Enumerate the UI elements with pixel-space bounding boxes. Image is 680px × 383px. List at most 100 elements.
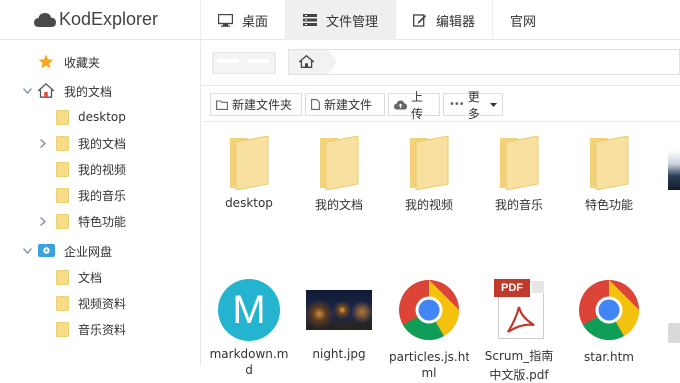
tree-label-video-data: 视频资料 bbox=[78, 296, 127, 311]
tree-label-features: 特色功能 bbox=[78, 214, 127, 229]
folder-icon bbox=[408, 135, 450, 191]
more-label: 更多 bbox=[467, 89, 480, 121]
top-bar: KodExplorer 桌面 文件管理 编辑器 官网 bbox=[0, 0, 680, 40]
partial-thumbnail[interactable] bbox=[668, 150, 680, 190]
tree-label-mydocs: 我的文档 bbox=[64, 84, 113, 99]
file-item-htm[interactable]: star.htm bbox=[569, 279, 649, 364]
nav-website-label: 官网 bbox=[510, 14, 537, 30]
tree-item-mydocs[interactable]: 我的文档 bbox=[0, 79, 200, 103]
folder-icon bbox=[56, 188, 69, 203]
path-bar bbox=[202, 41, 680, 86]
file-item-folder[interactable]: 我的音乐 bbox=[479, 135, 559, 213]
partial-file-item[interactable] bbox=[668, 323, 680, 343]
breadcrumb-home[interactable] bbox=[289, 50, 337, 74]
new-file-button[interactable]: 新建文件 bbox=[305, 93, 385, 116]
upload-label: 上传 bbox=[411, 89, 424, 121]
tree-item-cloud[interactable]: 企业网盘 bbox=[0, 239, 200, 263]
file-item-image[interactable]: night.jpg bbox=[299, 279, 379, 361]
file-item-markdown[interactable]: M markdown.m d bbox=[209, 279, 289, 377]
home-icon bbox=[37, 82, 55, 101]
new-folder-button[interactable]: 新建文件夹 bbox=[210, 93, 302, 116]
file-label: 我的文档 bbox=[314, 198, 363, 212]
image-thumbnail bbox=[306, 290, 372, 330]
file-item-html[interactable]: particles.js.ht ml bbox=[389, 279, 469, 380]
chevron-down-icon[interactable] bbox=[22, 246, 32, 256]
folder-icon bbox=[588, 135, 630, 191]
markdown-icon: M bbox=[218, 279, 280, 341]
tree-item-favorites[interactable]: 收藏夹 bbox=[0, 50, 200, 74]
nav-editor[interactable]: 编辑器 bbox=[395, 0, 492, 40]
tree-label-videos: 我的视频 bbox=[78, 162, 127, 177]
monitor-icon bbox=[218, 13, 233, 27]
tree-label-desktop: desktop bbox=[78, 110, 126, 124]
upload-button[interactable]: 上传 bbox=[388, 90, 440, 121]
edit-icon bbox=[413, 13, 427, 27]
nav-file-manager[interactable]: 文件管理 bbox=[285, 0, 396, 40]
file-item-folder[interactable]: 我的文档 bbox=[299, 135, 379, 213]
file-label: 特色功能 bbox=[584, 198, 633, 212]
file-item-pdf[interactable]: PDF Scrum_指南 中文版.pdf bbox=[479, 279, 559, 383]
file-label: markdown.m bbox=[209, 347, 289, 361]
tree-item-music-data[interactable]: 音乐资料 bbox=[0, 317, 200, 341]
file-label: night.jpg bbox=[312, 347, 366, 361]
tree-label-cloud: 企业网盘 bbox=[64, 244, 113, 259]
cloud-upload-icon bbox=[394, 100, 407, 110]
folder-icon bbox=[318, 135, 360, 191]
star-icon bbox=[38, 54, 54, 73]
folder-icon bbox=[56, 214, 69, 229]
file-label: desktop bbox=[225, 196, 273, 210]
tree-label-music: 我的音乐 bbox=[78, 188, 127, 203]
file-label: 我的音乐 bbox=[494, 198, 543, 212]
tree-label-docs: 文档 bbox=[78, 270, 103, 285]
tree-item-features[interactable]: 特色功能 bbox=[0, 209, 200, 233]
address-bar[interactable] bbox=[288, 49, 680, 75]
file-label: particles.js.ht bbox=[389, 350, 469, 364]
app-logo[interactable]: KodExplorer bbox=[34, 9, 158, 30]
pdf-badge: PDF bbox=[494, 279, 530, 297]
tree-item-mydocs-sub[interactable]: 我的文档 bbox=[0, 131, 200, 155]
chrome-icon bbox=[398, 279, 460, 344]
caret-down-icon bbox=[490, 102, 497, 107]
folder-icon bbox=[56, 136, 69, 151]
nav-desktop-label: 桌面 bbox=[242, 14, 269, 30]
list-icon bbox=[303, 14, 318, 26]
folder-icon bbox=[56, 110, 69, 125]
pdf-icon: PDF bbox=[488, 279, 550, 341]
folder-icon bbox=[56, 322, 69, 337]
folder-icon bbox=[228, 135, 270, 191]
sidebar-tree: 收藏夹 我的文档 desktop 我的文档 我的视频 我的音乐 特色功能 企业网… bbox=[0, 41, 201, 366]
more-button[interactable]: ••• 更多 bbox=[443, 90, 503, 121]
chevron-right-icon[interactable] bbox=[38, 216, 48, 226]
top-nav: 桌面 文件管理 编辑器 官网 bbox=[200, 0, 553, 40]
nav-desktop[interactable]: 桌面 bbox=[200, 0, 285, 40]
chevron-right-icon[interactable] bbox=[38, 138, 48, 148]
new-file-label: 新建文件 bbox=[324, 98, 373, 112]
file-panel: 新建文件夹 新建文件 上传 ••• 更多 desktop 我的文档 我的视频 我… bbox=[202, 41, 680, 382]
file-label: star.htm bbox=[584, 350, 634, 364]
tree-item-video-data[interactable]: 视频资料 bbox=[0, 291, 200, 315]
chrome-icon bbox=[578, 279, 640, 344]
app-title: KodExplorer bbox=[59, 9, 159, 29]
nav-file-manager-label: 文件管理 bbox=[326, 14, 379, 30]
folder-outline-icon bbox=[216, 99, 228, 110]
tree-item-docs[interactable]: 文档 bbox=[0, 265, 200, 289]
folder-icon bbox=[56, 162, 69, 177]
tree-item-music[interactable]: 我的音乐 bbox=[0, 183, 200, 207]
dots-icon: ••• bbox=[449, 99, 465, 110]
folder-icon bbox=[56, 296, 69, 311]
file-item-folder[interactable]: 特色功能 bbox=[569, 135, 649, 213]
file-label-line2: ml bbox=[421, 366, 437, 380]
history-buttons[interactable] bbox=[212, 52, 276, 74]
new-folder-label: 新建文件夹 bbox=[232, 98, 293, 112]
folder-icon bbox=[56, 270, 69, 285]
file-label-line2: d bbox=[245, 363, 253, 377]
file-item-folder[interactable]: desktop bbox=[209, 135, 289, 210]
tree-item-desktop[interactable]: desktop bbox=[0, 105, 200, 129]
tree-item-videos[interactable]: 我的视频 bbox=[0, 157, 200, 181]
chevron-down-icon[interactable] bbox=[22, 86, 32, 96]
tree-label-mydocs-sub: 我的文档 bbox=[78, 136, 127, 151]
file-item-folder[interactable]: 我的视频 bbox=[389, 135, 469, 213]
drive-icon bbox=[38, 244, 55, 260]
nav-website[interactable]: 官网 bbox=[492, 0, 553, 40]
cloud-icon bbox=[34, 12, 56, 27]
